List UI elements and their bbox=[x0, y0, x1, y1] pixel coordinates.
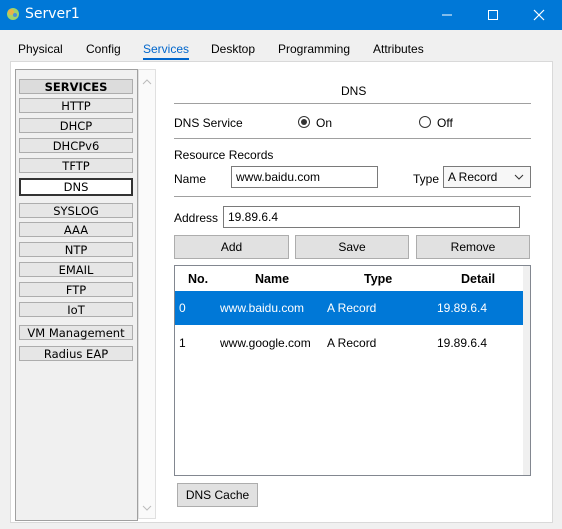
row-detail: 19.89.6.4 bbox=[437, 301, 488, 315]
row-name: www.google.com bbox=[220, 336, 311, 350]
service-list: SERVICES HTTP DHCP DHCPv6 TFTP DNS SYSLO… bbox=[15, 69, 138, 521]
minimize-button[interactable] bbox=[424, 0, 470, 30]
type-label: Type bbox=[413, 172, 440, 186]
close-button[interactable] bbox=[516, 0, 562, 30]
tab-desktop[interactable]: Desktop bbox=[211, 38, 255, 60]
dns-service-label: DNS Service bbox=[174, 116, 243, 130]
service-list-scrollbar[interactable] bbox=[138, 69, 156, 519]
dns-on-label: On bbox=[316, 116, 333, 130]
service-item-tftp[interactable]: TFTP bbox=[19, 158, 133, 173]
service-item-email[interactable]: EMAIL bbox=[19, 262, 133, 277]
row-no: 1 bbox=[179, 336, 186, 350]
type-select-value: A Record bbox=[448, 170, 498, 184]
services-header: SERVICES bbox=[19, 79, 133, 94]
save-button[interactable]: Save bbox=[295, 235, 409, 259]
remove-button[interactable]: Remove bbox=[416, 235, 530, 259]
tab-attributes[interactable]: Attributes bbox=[373, 38, 424, 60]
service-item-aaa[interactable]: AAA bbox=[19, 222, 133, 237]
table-scrollbar[interactable] bbox=[523, 266, 530, 475]
resource-records-label: Resource Records bbox=[174, 148, 274, 162]
divider bbox=[174, 196, 531, 197]
divider bbox=[174, 138, 531, 139]
address-input[interactable]: 19.89.6.4 bbox=[223, 206, 520, 228]
window-title: Server1 bbox=[25, 6, 80, 22]
row-name: www.baidu.com bbox=[220, 301, 305, 315]
type-select[interactable]: A Record bbox=[443, 166, 531, 188]
scroll-up-icon[interactable] bbox=[142, 78, 152, 86]
service-item-vm-management[interactable]: VM Management bbox=[19, 325, 133, 340]
radio-selected-dot bbox=[301, 119, 307, 125]
tab-physical[interactable]: Physical bbox=[18, 38, 63, 60]
row-type: A Record bbox=[327, 301, 377, 315]
name-input[interactable]: www.baidu.com bbox=[231, 166, 378, 188]
scroll-down-icon[interactable] bbox=[142, 504, 152, 512]
column-header-type: Type bbox=[364, 272, 393, 286]
service-item-http[interactable]: HTTP bbox=[19, 98, 133, 113]
service-item-iot[interactable]: IoT bbox=[19, 302, 133, 317]
title-bar: Server1 bbox=[0, 0, 562, 30]
server-app-icon bbox=[5, 6, 21, 22]
column-header-detail: Detail bbox=[461, 272, 496, 286]
service-item-radius-eap[interactable]: Radius EAP bbox=[19, 346, 133, 361]
service-item-dhcpv6[interactable]: DHCPv6 bbox=[19, 138, 133, 153]
tab-programming[interactable]: Programming bbox=[278, 38, 350, 60]
maximize-icon bbox=[488, 10, 498, 20]
service-item-ntp[interactable]: NTP bbox=[19, 242, 133, 257]
add-button[interactable]: Add bbox=[174, 235, 289, 259]
service-item-dhcp[interactable]: DHCP bbox=[19, 118, 133, 133]
dns-records-table: No. Name Type Detail 0 www.baidu.com A R… bbox=[174, 265, 531, 476]
minimize-icon bbox=[442, 14, 452, 16]
service-item-dns[interactable]: DNS bbox=[19, 178, 133, 196]
table-row[interactable]: 1 www.google.com A Record 19.89.6.4 bbox=[175, 326, 523, 360]
name-label: Name bbox=[174, 172, 207, 186]
dns-section-title: DNS bbox=[341, 84, 367, 98]
service-item-syslog[interactable]: SYSLOG bbox=[19, 203, 133, 218]
tab-config[interactable]: Config bbox=[86, 38, 121, 60]
close-icon bbox=[533, 9, 545, 21]
row-detail: 19.89.6.4 bbox=[437, 336, 488, 350]
address-label: Address bbox=[174, 211, 219, 225]
dns-on-radio[interactable] bbox=[298, 116, 310, 128]
column-header-no: No. bbox=[188, 272, 209, 286]
table-row[interactable]: 0 www.baidu.com A Record 19.89.6.4 bbox=[175, 291, 523, 325]
tab-services[interactable]: Services bbox=[143, 38, 190, 60]
dns-off-label: Off bbox=[437, 116, 453, 130]
dropdown-chevron-icon bbox=[514, 174, 524, 180]
divider bbox=[174, 103, 531, 104]
dns-cache-button[interactable]: DNS Cache bbox=[177, 483, 258, 507]
row-type: A Record bbox=[327, 336, 377, 350]
row-no: 0 bbox=[179, 301, 186, 315]
maximize-button[interactable] bbox=[470, 0, 516, 30]
service-item-ftp[interactable]: FTP bbox=[19, 282, 133, 297]
dns-off-radio[interactable] bbox=[419, 116, 431, 128]
column-header-name: Name bbox=[255, 272, 290, 286]
